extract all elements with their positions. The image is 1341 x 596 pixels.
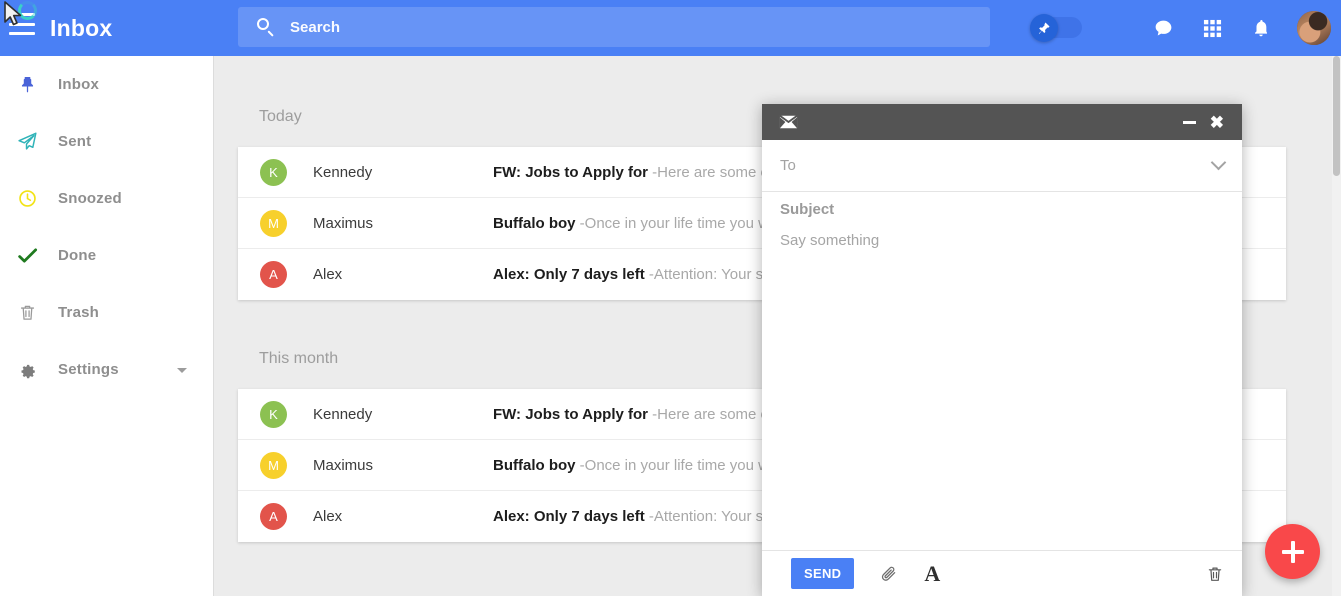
check-icon [14,245,40,266]
mail-preview: -Once in your life time you wi [579,214,773,232]
sender-name: Maximus [313,456,374,474]
avatar: K [260,400,287,428]
sidebar-item-done[interactable]: Done [0,227,213,284]
mail-subject: FW: Jobs to Apply for [493,163,648,181]
avatar: A [260,261,287,288]
apps-grid-icon[interactable] [1199,15,1225,41]
mail-preview: -Once in your life time you wi [579,456,773,474]
sender-name: Alex [313,266,343,283]
scrollbar-thumb[interactable] [1333,56,1340,176]
mail-snippet: FW: Jobs to Apply for -Here are some of [493,406,773,423]
user-avatar[interactable] [1297,11,1331,45]
toggle-knob [1030,14,1058,42]
sidebar-item-label: Done [58,247,97,264]
close-icon[interactable]: ✖ [1210,114,1224,131]
window-controls: ✖ [1182,114,1224,131]
hamburger-menu-icon[interactable] [9,13,35,35]
sidebar-item-label: Sent [58,133,92,150]
mail-snippet: Alex: Only 7 days left -Attention: Your … [493,508,775,525]
plus-icon [1281,549,1304,554]
mail-preview: -Attention: Your sul [648,508,775,525]
app-header: Inbox Search [0,0,1341,56]
sender-name: Kennedy [313,405,373,423]
sidebar-item-label: Inbox [58,76,99,93]
hamburger-bar [9,32,35,35]
clock-icon [14,189,40,208]
sidebar-item-label: Trash [58,304,100,321]
hamburger-bar [9,13,35,16]
compose-toolbar: SEND A [762,550,1242,596]
mail-subject: Buffalo boy [493,214,576,232]
send-button[interactable]: SEND [791,558,855,589]
sidebar-item-trash[interactable]: Trash [0,284,213,341]
mail-subject: Alex: Only 7 days left [493,266,645,283]
compose-window: ✖ To Subject Say something SEND A [762,104,1242,596]
mail-snippet: FW: Jobs to Apply for -Here are some of [493,164,773,181]
message-body-field[interactable]: Say something [762,226,1242,550]
avatar: M [260,209,287,237]
mail-subject: Buffalo boy [493,456,576,474]
search-icon [255,17,275,37]
header-icon-group [1150,0,1331,56]
paperclip-icon[interactable] [880,565,898,583]
body-placeholder: Say something [780,232,880,249]
search-placeholder: Search [290,18,341,36]
sidebar-item-snoozed[interactable]: Snoozed [0,170,213,227]
avatar-image [1297,11,1331,45]
gear-icon [14,360,40,379]
sender-name: Kennedy [313,163,373,181]
subject-placeholder: Subject [780,200,835,218]
sidebar-item-label: Settings [58,361,119,378]
paper-plane-icon [14,131,40,152]
text-format-icon[interactable]: A [924,562,940,585]
avatar: K [260,158,287,186]
mail-snippet: Alex: Only 7 days left -Attention: Your … [493,266,775,283]
chevron-down-icon[interactable] [177,367,187,373]
pin-icon [14,75,40,94]
notifications-bell-icon[interactable] [1248,15,1274,41]
avatar: M [260,451,287,479]
pin-toggle[interactable] [1030,14,1082,42]
mail-preview: -Attention: Your sul [648,266,775,283]
avatar: A [260,503,287,530]
trash-icon [14,303,40,322]
sender-name: Maximus [313,214,374,232]
envelope-icon [779,115,798,129]
mail-snippet: Buffalo boy -Once in your life time you … [493,215,772,232]
sidebar-item-inbox[interactable]: Inbox [0,56,213,113]
page-title: Inbox [50,14,113,41]
vertical-scrollbar[interactable] [1332,56,1341,596]
search-input[interactable]: Search [238,7,990,47]
group-label-today: Today [259,108,302,125]
mail-snippet: Buffalo boy -Once in your life time you … [493,457,772,474]
sidebar-item-sent[interactable]: Sent [0,113,213,170]
mail-preview: -Here are some of [652,405,774,423]
mail-preview: -Here are some of [652,163,774,181]
chevron-down-icon[interactable] [1210,154,1227,171]
to-field[interactable]: To [762,140,1242,192]
sender-name: Alex [313,508,343,525]
minimize-icon[interactable] [1182,120,1196,124]
compose-titlebar[interactable]: ✖ [762,104,1242,140]
mail-subject: FW: Jobs to Apply for [493,405,648,423]
to-placeholder: To [780,157,796,174]
group-label-this-month: This month [259,350,339,367]
pin-icon [1038,22,1050,34]
sidebar-item-settings[interactable]: Settings [0,341,213,398]
discard-trash-icon[interactable] [1206,565,1224,583]
hamburger-bar [9,22,35,26]
subject-field[interactable]: Subject [762,192,1242,226]
compose-fab[interactable] [1265,524,1320,579]
chat-icon[interactable] [1150,15,1176,41]
mail-subject: Alex: Only 7 days left [493,508,645,525]
sidebar: Inbox Sent Snoozed Done Trash Settings [0,56,214,596]
sidebar-item-label: Snoozed [58,190,122,207]
